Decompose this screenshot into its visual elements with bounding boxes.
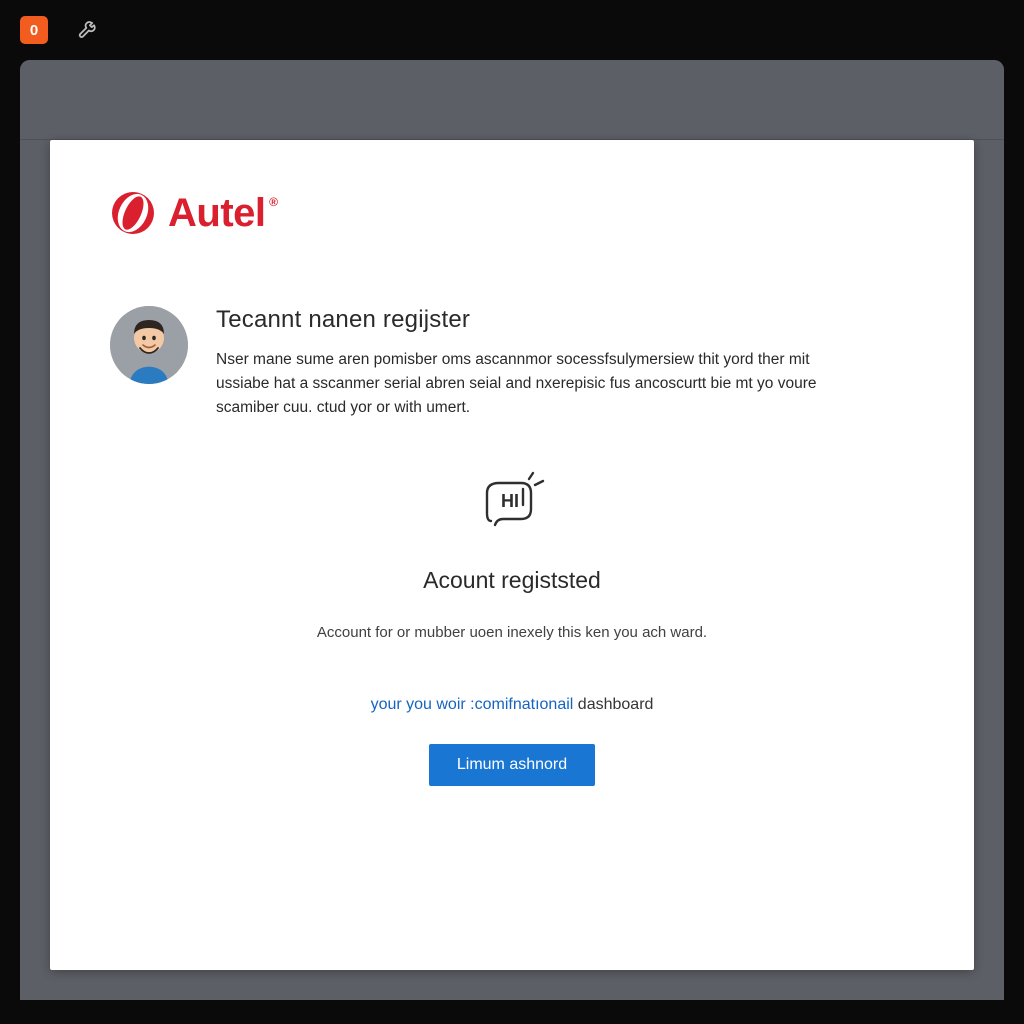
status-section: HI Acount registsted Account for or mubb… [110, 465, 914, 786]
svg-text:HI: HI [501, 491, 519, 511]
brand-logo-mark [110, 190, 156, 236]
registration-card: Autel® Tecann [50, 140, 974, 970]
app-topbar: 0 [0, 0, 1024, 60]
greeting-icon: HI [473, 465, 551, 542]
brand-logo: Autel® [110, 190, 914, 236]
link-part-2: :comifnatıonail [470, 696, 573, 713]
link-part-3: dashboard [578, 696, 654, 713]
link-part-1: your you woir [371, 696, 466, 713]
brand-name: Autel [168, 191, 266, 235]
status-body: Account for or mubber uoen inexely this … [110, 624, 914, 641]
notification-badge[interactable]: 0 [20, 16, 48, 44]
browser-frame: Autel® Tecann [20, 60, 1004, 1000]
status-title: Acount registsted [110, 567, 914, 594]
browser-toolbar [20, 60, 1004, 140]
dashboard-link-line[interactable]: your you woir :comifnatıonail dashboard [110, 696, 914, 714]
brand-reg-mark: ® [269, 195, 277, 209]
page-content: Autel® Tecann [20, 140, 1004, 970]
wrench-icon[interactable] [78, 17, 100, 44]
intro-heading: Tecannt nanen regijster [216, 306, 856, 334]
intro-body: Nser mane sume aren pomisber oms ascannm… [216, 348, 856, 420]
avatar [110, 306, 188, 384]
intro-text: Tecannt nanen regijster Nser mane sume a… [216, 306, 856, 420]
intro-section: Tecannt nanen regijster Nser mane sume a… [110, 306, 914, 420]
dashboard-button[interactable]: Limum ashnord [429, 744, 595, 786]
badge-count: 0 [30, 22, 38, 39]
brand-logo-text: Autel® [168, 191, 266, 236]
